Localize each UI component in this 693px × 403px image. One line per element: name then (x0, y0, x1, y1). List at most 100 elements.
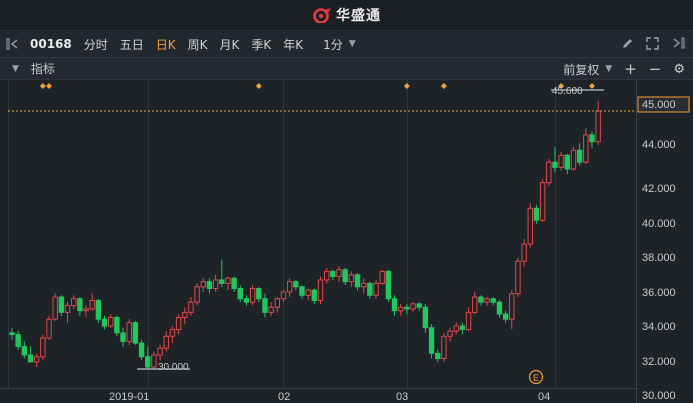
candle (558, 151, 564, 171)
candle-body (459, 325, 466, 330)
candle (163, 331, 169, 352)
indicator-collapse-icon[interactable]: ▼ (12, 64, 19, 74)
candle (490, 297, 496, 306)
candle-body (52, 296, 58, 320)
candle-body (237, 287, 243, 300)
brand-logo-icon (313, 8, 331, 23)
period-tab-monthly[interactable]: 月K (214, 31, 246, 58)
y-tick-label: 44.000 (642, 139, 676, 151)
candle-body (33, 356, 40, 363)
current-price-label: 45.000 (642, 99, 676, 111)
chevron-down-icon: ▼ (348, 39, 356, 49)
candle-body (157, 347, 163, 356)
candle-body (71, 298, 77, 307)
candle (428, 324, 435, 359)
candle (521, 239, 527, 267)
candle (89, 293, 95, 311)
candle-body (145, 356, 151, 368)
candle-body (354, 274, 361, 288)
period-tab-quarterly[interactable]: 季K (245, 31, 277, 58)
candle (533, 204, 540, 224)
y-tick-label: 38.000 (642, 252, 676, 264)
event-diamond-icon (440, 83, 447, 89)
current-price-tag: 45.000 (637, 96, 690, 113)
candle-body (108, 317, 114, 327)
candle-body (527, 207, 533, 245)
candle (256, 286, 262, 303)
candle (71, 295, 77, 309)
candle-body (286, 281, 293, 293)
candle (539, 179, 546, 222)
candle-body (200, 281, 206, 288)
candle-body (330, 270, 336, 278)
candle (212, 274, 219, 292)
add-indicator-icon[interactable]: + (624, 60, 637, 78)
settings-gear-icon[interactable]: ⚙ (673, 62, 685, 77)
period-tab-weekly[interactable]: 周K (182, 31, 214, 58)
collapse-right-icon[interactable] (671, 37, 685, 52)
candle-body (305, 289, 311, 296)
candle (336, 266, 342, 282)
candle-body (21, 346, 28, 356)
candle-body (367, 282, 373, 296)
candle-body (428, 327, 435, 354)
min-price-label: 30.000 (158, 362, 189, 373)
period-tab-daily[interactable]: 日K (150, 31, 182, 58)
candle (182, 307, 188, 325)
candle (58, 295, 65, 316)
candle-body (64, 305, 71, 313)
candle-body (249, 287, 256, 303)
candle (114, 315, 120, 337)
collapse-left-icon[interactable] (0, 31, 26, 58)
candle (9, 327, 15, 340)
fullscreen-icon[interactable] (646, 36, 659, 53)
candle-body (564, 154, 570, 170)
candle-body (502, 313, 509, 320)
candle (132, 320, 139, 345)
period-tab-yearly[interactable]: 年K (277, 31, 309, 58)
app-logo: 华盛通 (312, 5, 381, 25)
candle-body (169, 328, 176, 337)
indicator-bar: ▼ 指标 前复权 ▼ + − ⚙ (0, 58, 693, 80)
period-tab-five-day[interactable]: 五日 (114, 31, 150, 58)
candle-body (539, 182, 546, 221)
candle-body (120, 332, 126, 342)
candle (225, 276, 231, 291)
x-axis: 2019-01 02 03 04 (109, 391, 550, 403)
candle-body (274, 298, 281, 308)
indicator-label[interactable]: 指标 (31, 60, 55, 77)
candle (379, 269, 385, 286)
earnings-event-marker[interactable]: E (528, 369, 544, 385)
candle-body (256, 287, 262, 300)
candle (293, 279, 299, 291)
candle-body (496, 301, 503, 315)
candle-body (311, 289, 318, 301)
candle-body (373, 282, 379, 296)
draw-pencil-icon[interactable] (621, 37, 634, 53)
candle-body (441, 335, 447, 359)
candle (360, 278, 367, 294)
candle-body (114, 317, 120, 334)
candle (286, 278, 293, 298)
candle (595, 100, 601, 146)
period-tab-intraday[interactable]: 分时 (78, 31, 114, 58)
candle (52, 293, 58, 321)
candle-body (163, 335, 169, 349)
candle (151, 351, 157, 369)
candle-body (175, 317, 182, 330)
candle (120, 327, 126, 347)
candle-body (348, 274, 355, 283)
candle-body (484, 298, 490, 303)
candle (410, 302, 416, 313)
candle-body (583, 134, 589, 163)
interval-select[interactable]: 1分 ▼ (309, 31, 362, 58)
remove-indicator-icon[interactable]: − (649, 60, 662, 78)
candle (145, 346, 151, 369)
adjust-select[interactable]: 前复权 ▼ (563, 61, 612, 78)
candle-body (77, 298, 83, 312)
candle (404, 303, 410, 315)
candle (64, 302, 71, 323)
candle-body (391, 298, 398, 312)
kline-chart[interactable]: 44.000 42.000 40.000 38.000 36.000 34.00… (0, 80, 693, 403)
candle-body (385, 270, 392, 300)
